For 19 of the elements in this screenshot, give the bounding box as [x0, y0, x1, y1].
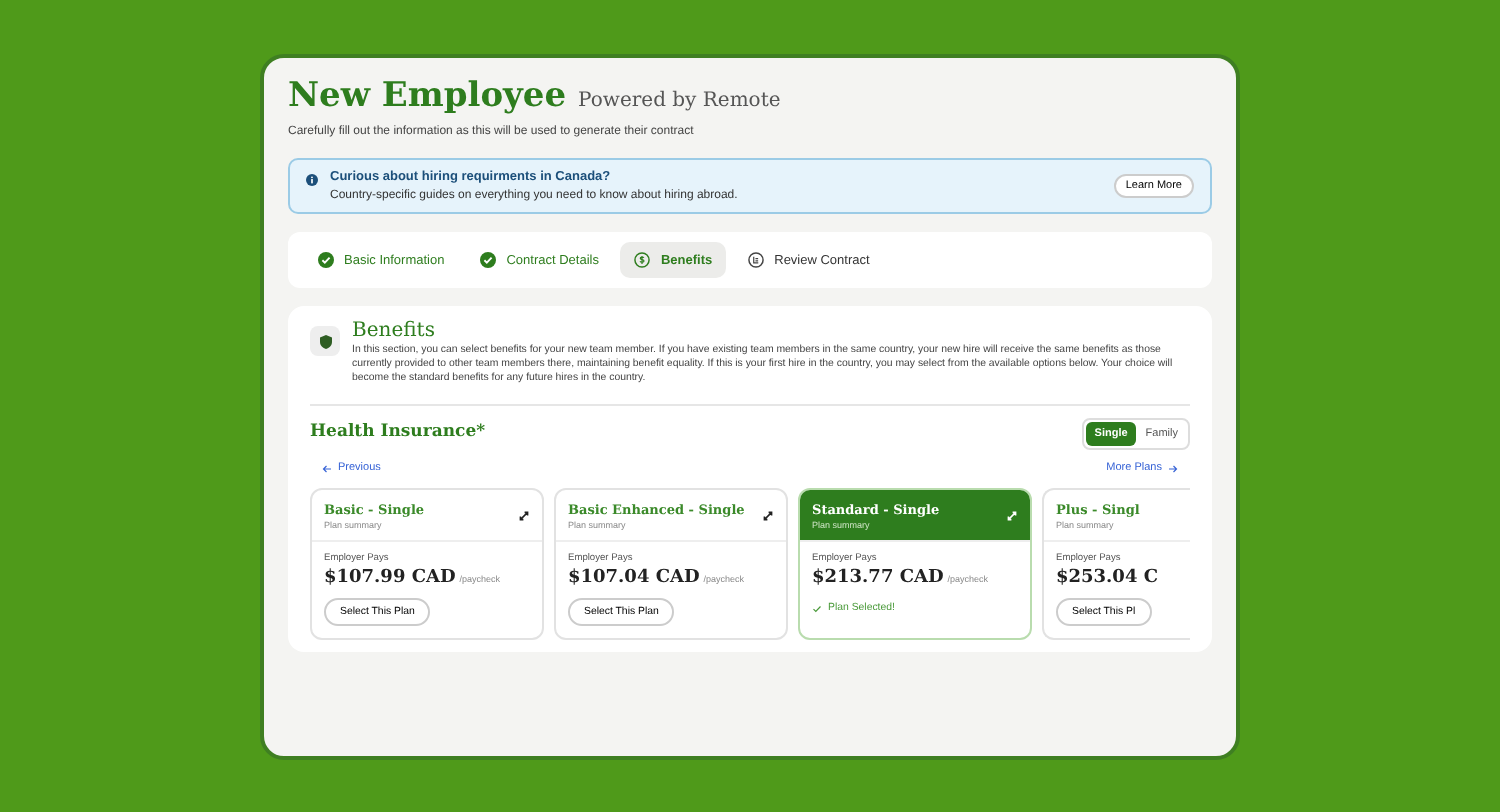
shield-icon [310, 326, 340, 356]
check-circle-icon [480, 252, 497, 268]
expand-icon[interactable] [762, 510, 774, 522]
plan-price: $107.99 CAD [324, 568, 456, 588]
dollar-circle-icon [634, 252, 651, 268]
arrow-right-icon [1168, 463, 1178, 473]
check-circle-icon [318, 252, 334, 268]
expand-icon[interactable] [518, 510, 530, 522]
page-title: New Employee [288, 76, 567, 116]
info-icon [306, 174, 318, 186]
document-circle-icon [748, 252, 765, 268]
section-title: Benefits [352, 320, 437, 342]
plan-price: $253.04 C [1056, 568, 1159, 588]
plan-price: $107.04 CAD [568, 568, 700, 588]
arrow-left-icon [322, 463, 332, 473]
powered-by-text: Powered by Remote [578, 90, 781, 112]
check-icon [812, 603, 822, 613]
plan-price: $213.77 CAD [812, 568, 944, 588]
health-insurance-title: Health Insurance* [310, 422, 486, 442]
